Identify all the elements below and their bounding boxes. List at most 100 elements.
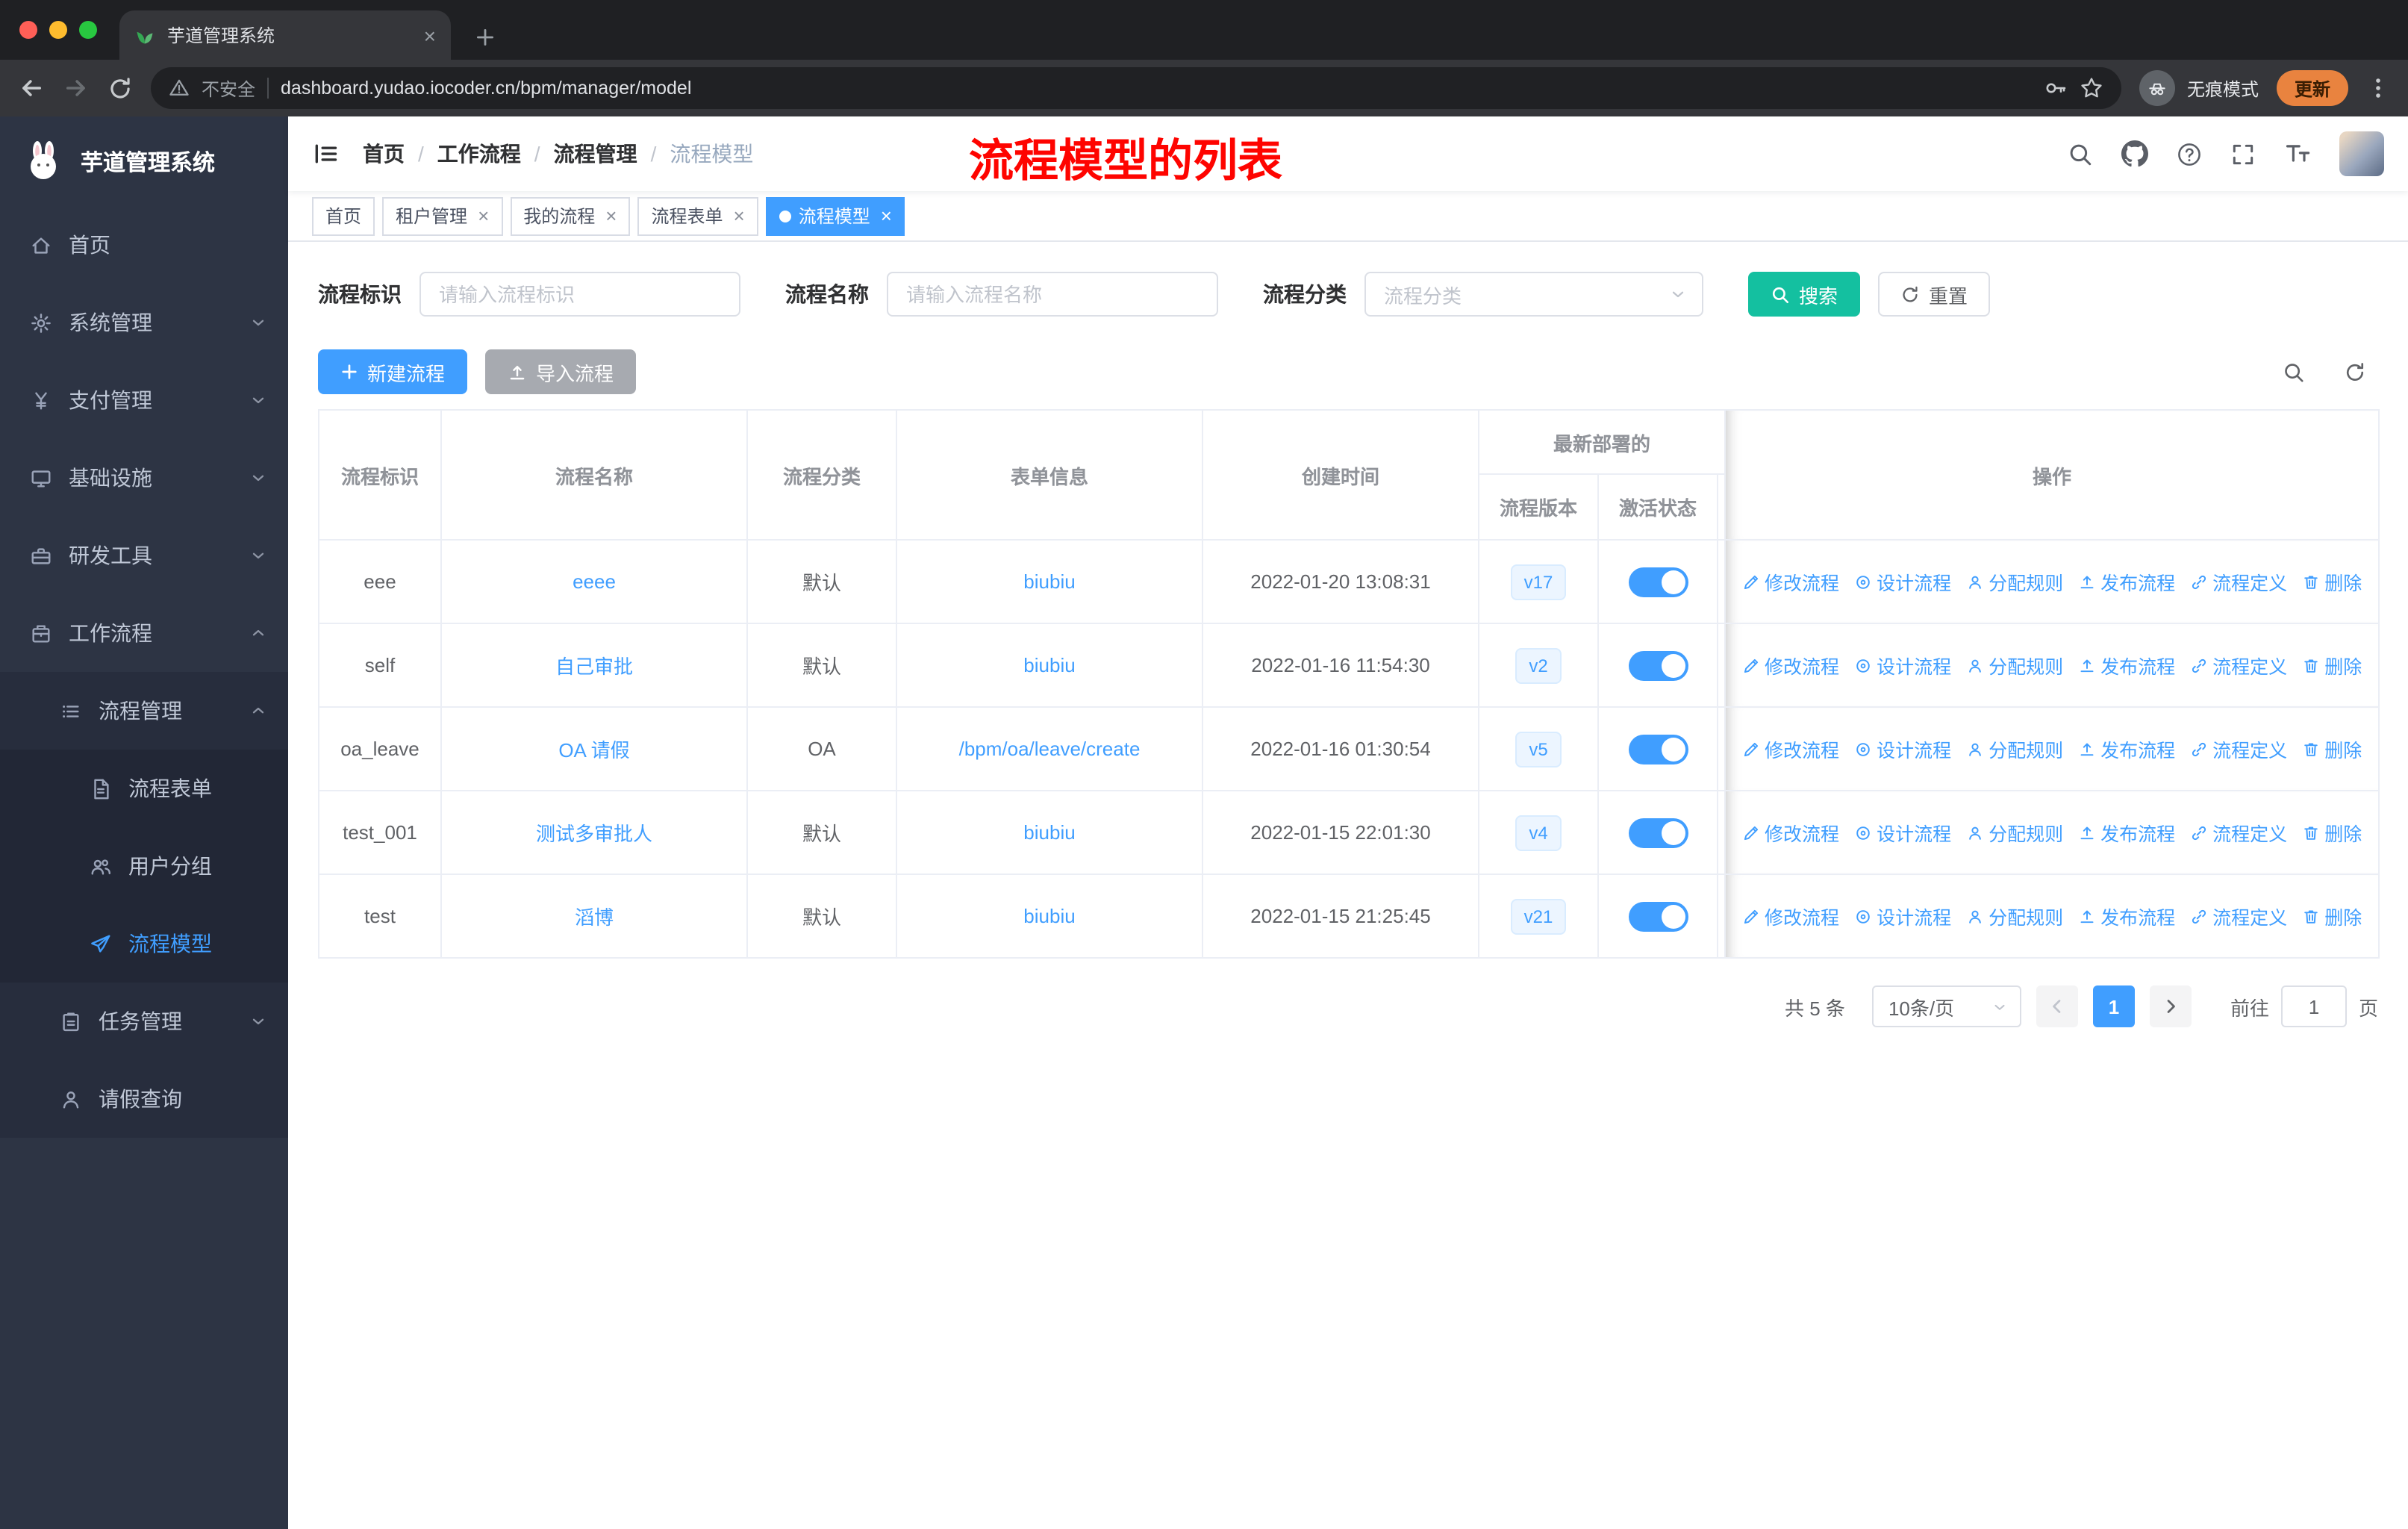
breadcrumb-workflow[interactable]: 工作流程 [437, 139, 521, 169]
close-icon[interactable]: × [605, 206, 617, 225]
toggle-search-icon[interactable] [2283, 361, 2305, 383]
action-edit[interactable]: 修改流程 [1742, 651, 1839, 679]
action-assign[interactable]: 分配规则 [1966, 902, 2063, 930]
process-name-input[interactable] [887, 272, 1218, 317]
action-publish[interactable]: 发布流程 [2078, 902, 2175, 930]
tag-tenant-management[interactable]: 租户管理 × [382, 196, 503, 235]
form-info-link[interactable]: biubiu [1023, 570, 1075, 593]
action-assign[interactable]: 分配规则 [1966, 567, 2063, 596]
action-delete[interactable]: 删除 [2302, 651, 2362, 679]
action-assign[interactable]: 分配规则 [1966, 651, 2063, 679]
search-button[interactable]: 搜索 [1748, 272, 1861, 317]
action-design[interactable]: 设计流程 [1854, 651, 1951, 679]
category-select[interactable]: 流程分类 [1364, 272, 1703, 317]
tag-process-form[interactable]: 流程表单 × [637, 196, 758, 235]
tag-home[interactable]: 首页 [312, 196, 375, 235]
password-key-icon[interactable] [2044, 76, 2068, 100]
action-edit[interactable]: 修改流程 [1742, 567, 1839, 596]
action-design[interactable]: 设计流程 [1854, 902, 1951, 930]
search-icon[interactable] [2068, 141, 2093, 166]
user-avatar[interactable] [2339, 131, 2384, 176]
import-process-button[interactable]: 导入流程 [485, 349, 637, 394]
next-page-button[interactable] [2149, 985, 2192, 1027]
active-toggle[interactable] [1628, 818, 1688, 847]
sidebar-item-process-model[interactable]: 流程模型 [0, 905, 288, 983]
page-size-select[interactable]: 10条/页 [1871, 985, 2021, 1027]
process-key-input[interactable] [419, 272, 740, 317]
fullscreen-icon[interactable] [2230, 141, 2256, 166]
reset-button[interactable]: 重置 [1878, 272, 1991, 317]
form-info-link[interactable]: biubiu [1023, 905, 1075, 927]
action-delete[interactable]: 删除 [2302, 902, 2362, 930]
sidebar-item-task-management[interactable]: 任务管理 [0, 983, 288, 1060]
action-definition[interactable]: 流程定义 [2190, 818, 2287, 847]
zoom-window-button[interactable] [79, 21, 97, 39]
close-window-button[interactable] [19, 21, 37, 39]
process-name-link[interactable]: 自己审批 [555, 655, 633, 678]
prev-page-button[interactable] [2036, 985, 2078, 1027]
update-button[interactable]: 更新 [2276, 70, 2348, 106]
browser-tab[interactable]: 芋道管理系统 × [119, 10, 451, 60]
action-delete[interactable]: 删除 [2302, 818, 2362, 847]
action-edit[interactable]: 修改流程 [1742, 818, 1839, 847]
tag-my-process[interactable]: 我的流程 × [510, 196, 631, 235]
tag-process-model[interactable]: 流程模型 × [765, 196, 905, 235]
create-process-button[interactable]: 新建流程 [318, 349, 468, 394]
breadcrumb-home[interactable]: 首页 [363, 139, 405, 169]
address-bar[interactable]: 不安全 dashboard.yudao.iocoder.cn/bpm/manag… [151, 67, 2121, 109]
action-edit[interactable]: 修改流程 [1742, 735, 1839, 763]
close-icon[interactable]: × [478, 206, 489, 225]
process-name-link[interactable]: OA 请假 [558, 739, 629, 762]
action-assign[interactable]: 分配规则 [1966, 818, 2063, 847]
action-publish[interactable]: 发布流程 [2078, 735, 2175, 763]
active-toggle[interactable] [1628, 650, 1688, 680]
process-name-link[interactable]: 滔博 [575, 906, 614, 929]
action-definition[interactable]: 流程定义 [2190, 651, 2287, 679]
refresh-icon[interactable] [2344, 361, 2366, 383]
help-icon[interactable] [2177, 141, 2202, 166]
bookmark-star-icon[interactable] [2080, 76, 2103, 100]
sidebar-toggle-icon[interactable] [312, 140, 339, 167]
action-publish[interactable]: 发布流程 [2078, 818, 2175, 847]
action-definition[interactable]: 流程定义 [2190, 567, 2287, 596]
new-tab-button[interactable] [475, 27, 496, 48]
sidebar-item-payment[interactable]: 支付管理 [0, 361, 288, 439]
active-toggle[interactable] [1628, 901, 1688, 931]
action-definition[interactable]: 流程定义 [2190, 902, 2287, 930]
process-name-link[interactable]: 测试多审批人 [536, 823, 652, 845]
active-toggle[interactable] [1628, 734, 1688, 764]
action-definition[interactable]: 流程定义 [2190, 735, 2287, 763]
action-design[interactable]: 设计流程 [1854, 735, 1951, 763]
sidebar-item-dev-tools[interactable]: 研发工具 [0, 517, 288, 594]
action-delete[interactable]: 删除 [2302, 567, 2362, 596]
action-publish[interactable]: 发布流程 [2078, 651, 2175, 679]
sidebar-item-infrastructure[interactable]: 基础设施 [0, 439, 288, 517]
form-info-link[interactable]: biubiu [1023, 654, 1075, 676]
action-design[interactable]: 设计流程 [1854, 818, 1951, 847]
sidebar-item-user-group[interactable]: 用户分组 [0, 827, 288, 905]
sidebar-item-process-form[interactable]: 流程表单 [0, 750, 288, 827]
font-size-icon[interactable] [2284, 140, 2311, 167]
active-toggle[interactable] [1628, 567, 1688, 597]
current-page-button[interactable]: 1 [2092, 985, 2135, 1027]
action-assign[interactable]: 分配规则 [1966, 735, 2063, 763]
form-info-link[interactable]: biubiu [1023, 821, 1075, 844]
browser-menu-icon[interactable] [2366, 76, 2390, 100]
action-edit[interactable]: 修改流程 [1742, 902, 1839, 930]
close-tab-icon[interactable]: × [424, 25, 436, 46]
minimize-window-button[interactable] [49, 21, 67, 39]
goto-page-input[interactable] [2280, 985, 2347, 1027]
action-publish[interactable]: 发布流程 [2078, 567, 2175, 596]
sidebar-item-workflow[interactable]: 工作流程 [0, 594, 288, 672]
forward-button[interactable] [63, 75, 90, 102]
back-button[interactable] [18, 75, 45, 102]
action-design[interactable]: 设计流程 [1854, 567, 1951, 596]
form-info-link[interactable]: /bpm/oa/leave/create [959, 738, 1141, 760]
sidebar-item-system[interactable]: 系统管理 [0, 284, 288, 361]
sidebar-item-leave-query[interactable]: 请假查询 [0, 1060, 288, 1138]
github-icon[interactable] [2121, 140, 2148, 167]
close-icon[interactable]: × [881, 206, 892, 225]
reload-button[interactable] [107, 75, 133, 101]
breadcrumb-process-management[interactable]: 流程管理 [554, 139, 637, 169]
sidebar-item-home[interactable]: 首页 [0, 206, 288, 284]
